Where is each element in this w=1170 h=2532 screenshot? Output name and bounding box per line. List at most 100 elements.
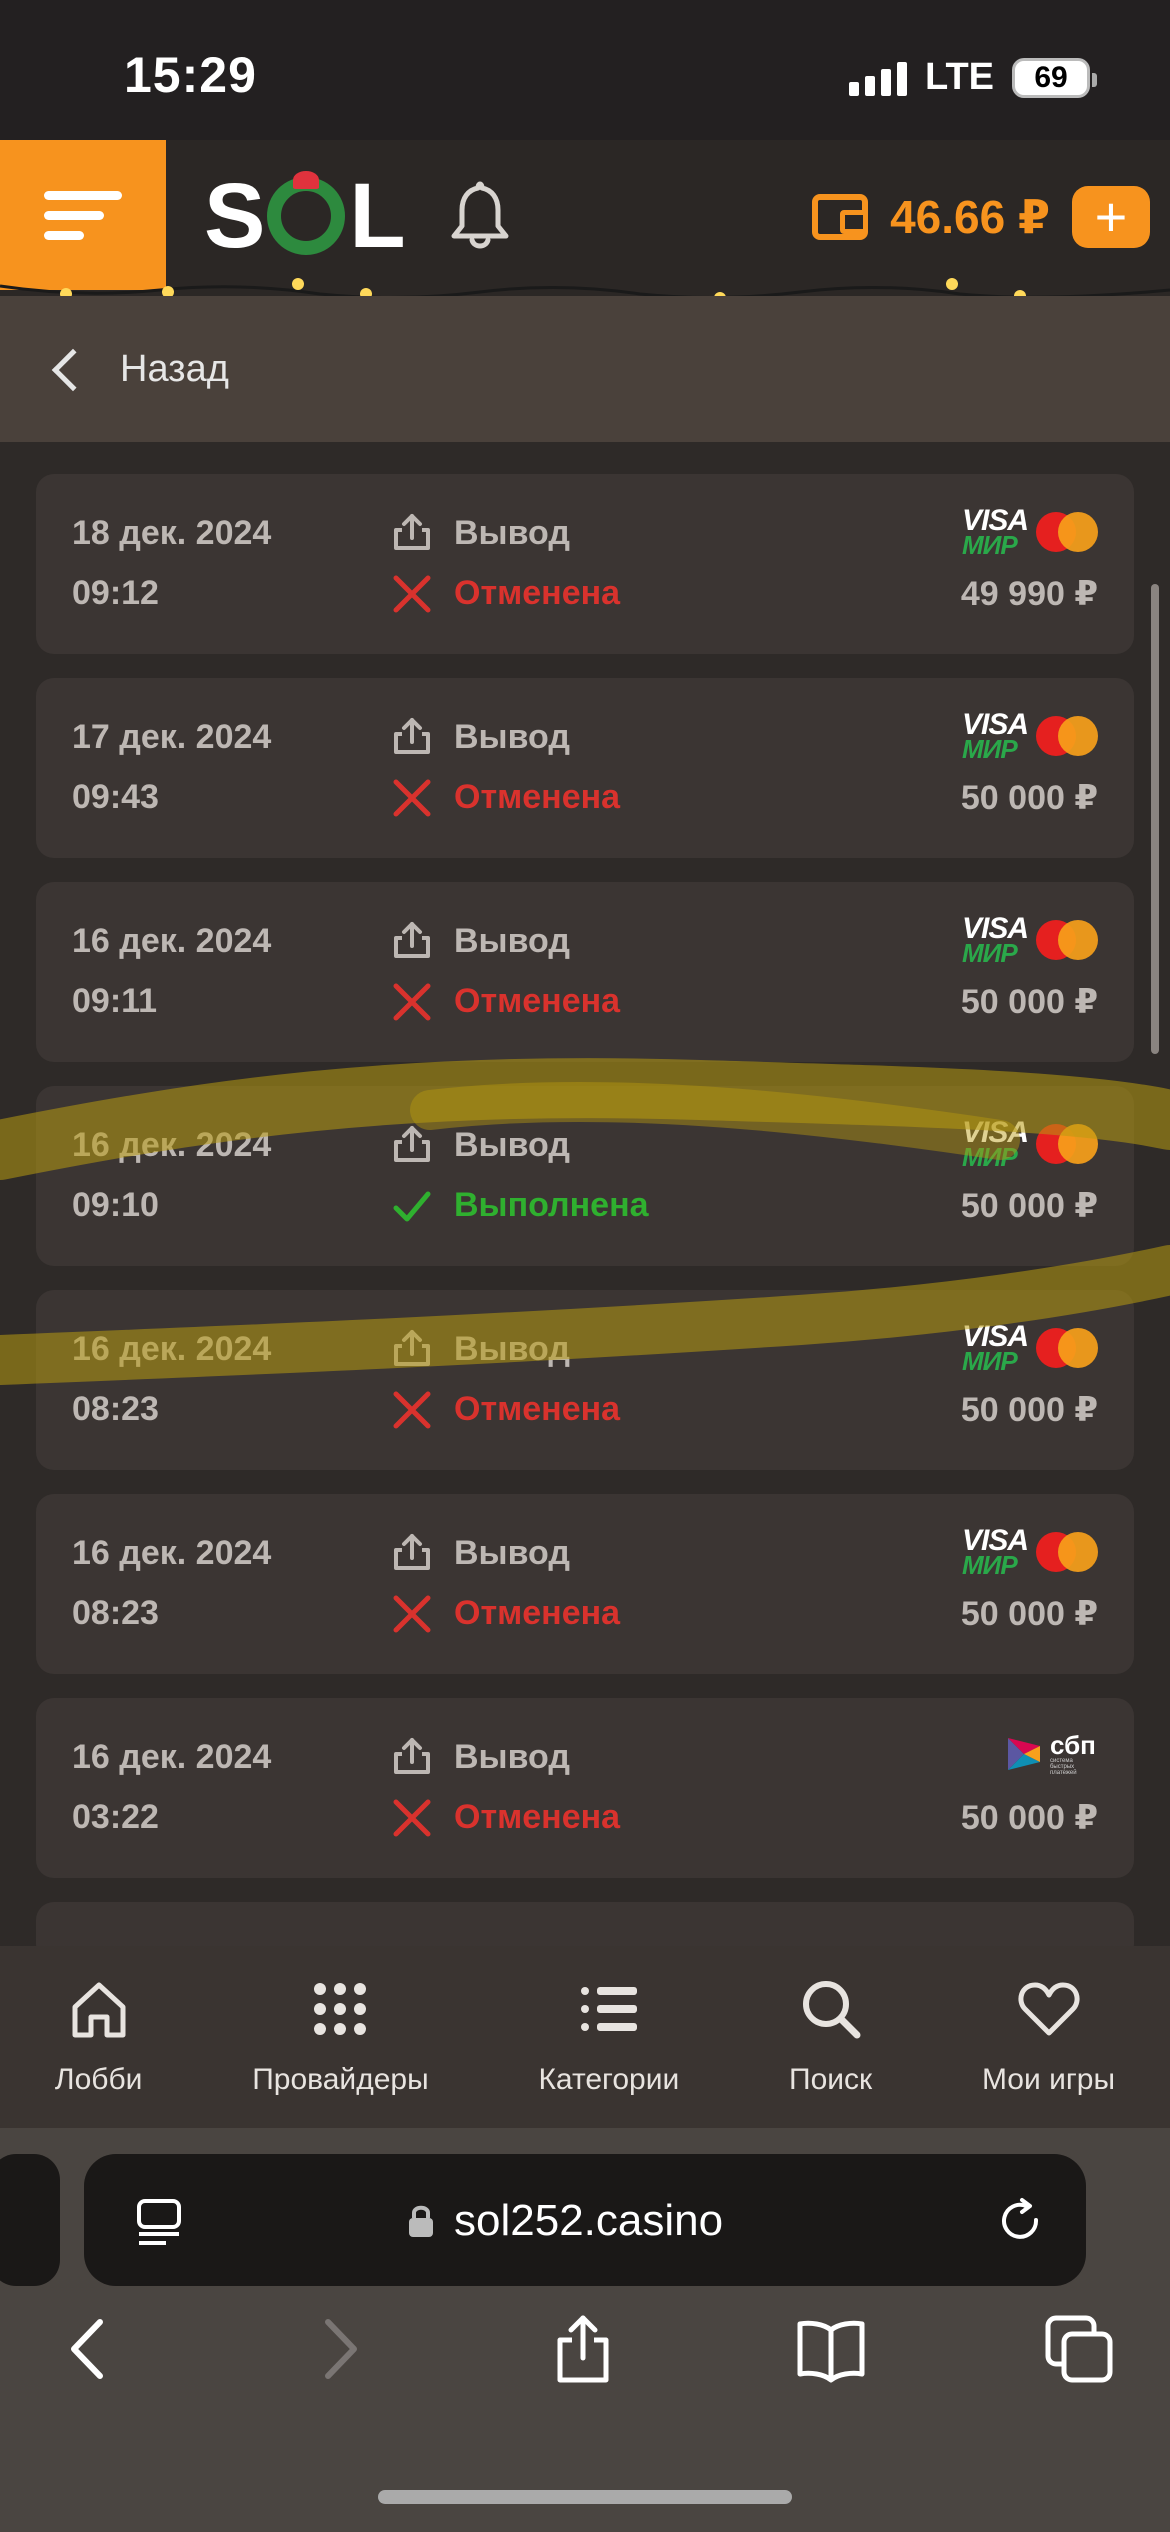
- browser-chrome: sol252.casino: [0, 2128, 1170, 2532]
- mir-logo: МИР: [961, 1549, 1018, 1580]
- signal-icon: [849, 60, 908, 96]
- nav-lobby[interactable]: Лобби: [54, 1977, 143, 2097]
- transaction-time: 09:10: [72, 1186, 159, 1224]
- transaction-card[interactable]: 16 дек. 2024 03:22 Вывод Отменена сбп система…: [36, 1698, 1134, 1878]
- transaction-status: Отменена: [454, 778, 621, 816]
- bookmarks-icon[interactable]: [796, 2314, 866, 2384]
- upload-icon: [394, 922, 430, 958]
- back-bar[interactable]: Назад: [0, 296, 1170, 442]
- mir-logo: МИР: [961, 937, 1018, 968]
- forward-arrow-icon[interactable]: [304, 2314, 374, 2384]
- transaction-status: Отменена: [454, 574, 621, 612]
- cross-icon: [393, 1595, 431, 1633]
- cross-icon: [393, 779, 431, 817]
- card-logos: VISA МИР: [962, 710, 1098, 762]
- status-time: 15:29: [124, 47, 257, 103]
- transaction-card[interactable]: 18 дек. 2024 09:12 Вывод Отменена VISA МИР 49 …: [36, 474, 1134, 654]
- cross-icon: [393, 1391, 431, 1429]
- transaction-time: 09:11: [72, 982, 158, 1020]
- transaction-amount: 50 000 ₽: [960, 983, 1098, 1021]
- share-icon[interactable]: [548, 2314, 618, 2384]
- logo-s: S: [204, 165, 265, 267]
- transaction-status: Отменена: [454, 1798, 621, 1836]
- cross-icon: [393, 983, 431, 1021]
- nav-my-games[interactable]: Мои игры: [982, 1977, 1115, 2097]
- home-indicator: [378, 2490, 792, 2504]
- transaction-status: Выполнена: [454, 1186, 649, 1224]
- network-label: LTE: [925, 56, 994, 98]
- mir-logo: МИР: [961, 1345, 1018, 1376]
- lock-icon: [409, 2205, 433, 2237]
- mastercard-icon: [1036, 1123, 1098, 1164]
- sbp-caption: система быстрых платежей: [1050, 1758, 1077, 1776]
- transaction-type: Вывод: [454, 1330, 570, 1368]
- card-logos: VISA МИР: [962, 506, 1098, 558]
- transaction-date: 17 дек. 2024: [72, 718, 272, 756]
- scrollbar[interactable]: [1151, 584, 1159, 1054]
- nav-label-providers: Провайдеры: [252, 2063, 429, 2096]
- nav-categories[interactable]: Категории: [538, 1977, 679, 2097]
- nav-providers[interactable]: Провайдеры: [252, 1977, 429, 2097]
- bell-icon[interactable]: [448, 178, 512, 252]
- address-bar[interactable]: sol252.casino: [84, 2154, 1086, 2286]
- transaction-date: 16 дек. 2024: [72, 1126, 272, 1164]
- cross-icon: [393, 575, 431, 613]
- transaction-time: 09:43: [72, 778, 159, 816]
- transaction-time: 09:12: [72, 574, 159, 612]
- transaction-type: Вывод: [454, 718, 570, 756]
- upload-icon: [394, 514, 430, 550]
- card-logos: VISA МИР: [961, 1526, 1098, 1580]
- brand-logo[interactable]: S L: [204, 165, 406, 267]
- wreath-icon: [267, 171, 346, 255]
- chevron-left-icon: [51, 348, 95, 392]
- tabs-icon[interactable]: [1044, 2314, 1114, 2384]
- transaction-date: 16 дек. 2024: [72, 1738, 272, 1776]
- browser-toolbar: [0, 2314, 1170, 2424]
- transaction-amount: 50 000 ₽: [960, 779, 1098, 817]
- transaction-card[interactable]: 16 дек. 2024 08:23 Вывод Отменена VISA МИР 50 …: [36, 1290, 1134, 1470]
- mastercard-icon: [1036, 715, 1098, 756]
- transaction-date: 16 дек. 2024: [72, 1330, 272, 1368]
- status-indicators: LTE 69: [849, 56, 1097, 99]
- deposit-button[interactable]: +: [1072, 186, 1150, 248]
- nav-label-search: Поиск: [789, 2063, 873, 2096]
- transaction-type: Вывод: [454, 1738, 570, 1776]
- wallet-area: 46.66 ₽ +: [812, 186, 1150, 248]
- transaction-type: Вывод: [454, 1534, 570, 1572]
- upload-icon: [394, 718, 430, 754]
- transaction-type: Вывод: [454, 1126, 570, 1164]
- previous-tab-peek[interactable]: [0, 2154, 60, 2286]
- nav-label-lobby: Лобби: [54, 2063, 143, 2096]
- transaction-card[interactable]: 16 дек. 2024 09:11 Вывод Отменена VISA МИР 50 …: [36, 882, 1134, 1062]
- reload-icon[interactable]: [996, 2196, 1046, 2246]
- nav-search[interactable]: Поиск: [789, 1977, 872, 2097]
- home-icon: [72, 1982, 126, 2038]
- logo-l: L: [349, 165, 405, 267]
- status-bar: 15:29 LTE 69: [0, 0, 1170, 140]
- sbp-label: сбп: [1050, 1730, 1096, 1760]
- bottom-nav: Лобби Провайдеры Категории Поиск Мои игр…: [0, 1946, 1170, 2128]
- transaction-date: 16 дек. 2024: [72, 1534, 272, 1572]
- transaction-amount: 50 000 ₽: [960, 1187, 1098, 1225]
- card-logos: VISA МИР: [962, 1118, 1098, 1170]
- card-logos: VISA МИР: [961, 1322, 1098, 1376]
- transaction-status: Отменена: [454, 1594, 621, 1632]
- mastercard-icon: [1036, 1531, 1098, 1572]
- wallet-icon[interactable]: [812, 194, 869, 240]
- nav-label-categories: Категории: [538, 2063, 680, 2096]
- transaction-time: 08:23: [72, 1594, 159, 1632]
- balance-amount[interactable]: 46.66 ₽: [890, 190, 1050, 244]
- transaction-time: 08:23: [72, 1390, 159, 1428]
- menu-icon: [44, 190, 122, 200]
- transaction-time: 03:22: [72, 1798, 159, 1836]
- back-arrow-icon[interactable]: [54, 2314, 124, 2384]
- transaction-status: Отменена: [454, 982, 621, 1020]
- cross-icon: [393, 1799, 431, 1837]
- transaction-card[interactable]: 17 дек. 2024 09:43 Вывод Отменена VISA МИР 50 …: [36, 678, 1134, 858]
- transaction-card[interactable]: 16 дек. 2024 08:23 Вывод Отменена VISA МИР 50 …: [36, 1494, 1134, 1674]
- mastercard-icon: [1036, 511, 1098, 552]
- transaction-date: 18 дек. 2024: [72, 514, 272, 552]
- reader-mode-icon[interactable]: [136, 2198, 182, 2246]
- upload-icon: [394, 1738, 430, 1774]
- transaction-card[interactable]: 16 дек. 2024 09:10 Вывод Выполнена VISA МИР 50…: [36, 1086, 1134, 1266]
